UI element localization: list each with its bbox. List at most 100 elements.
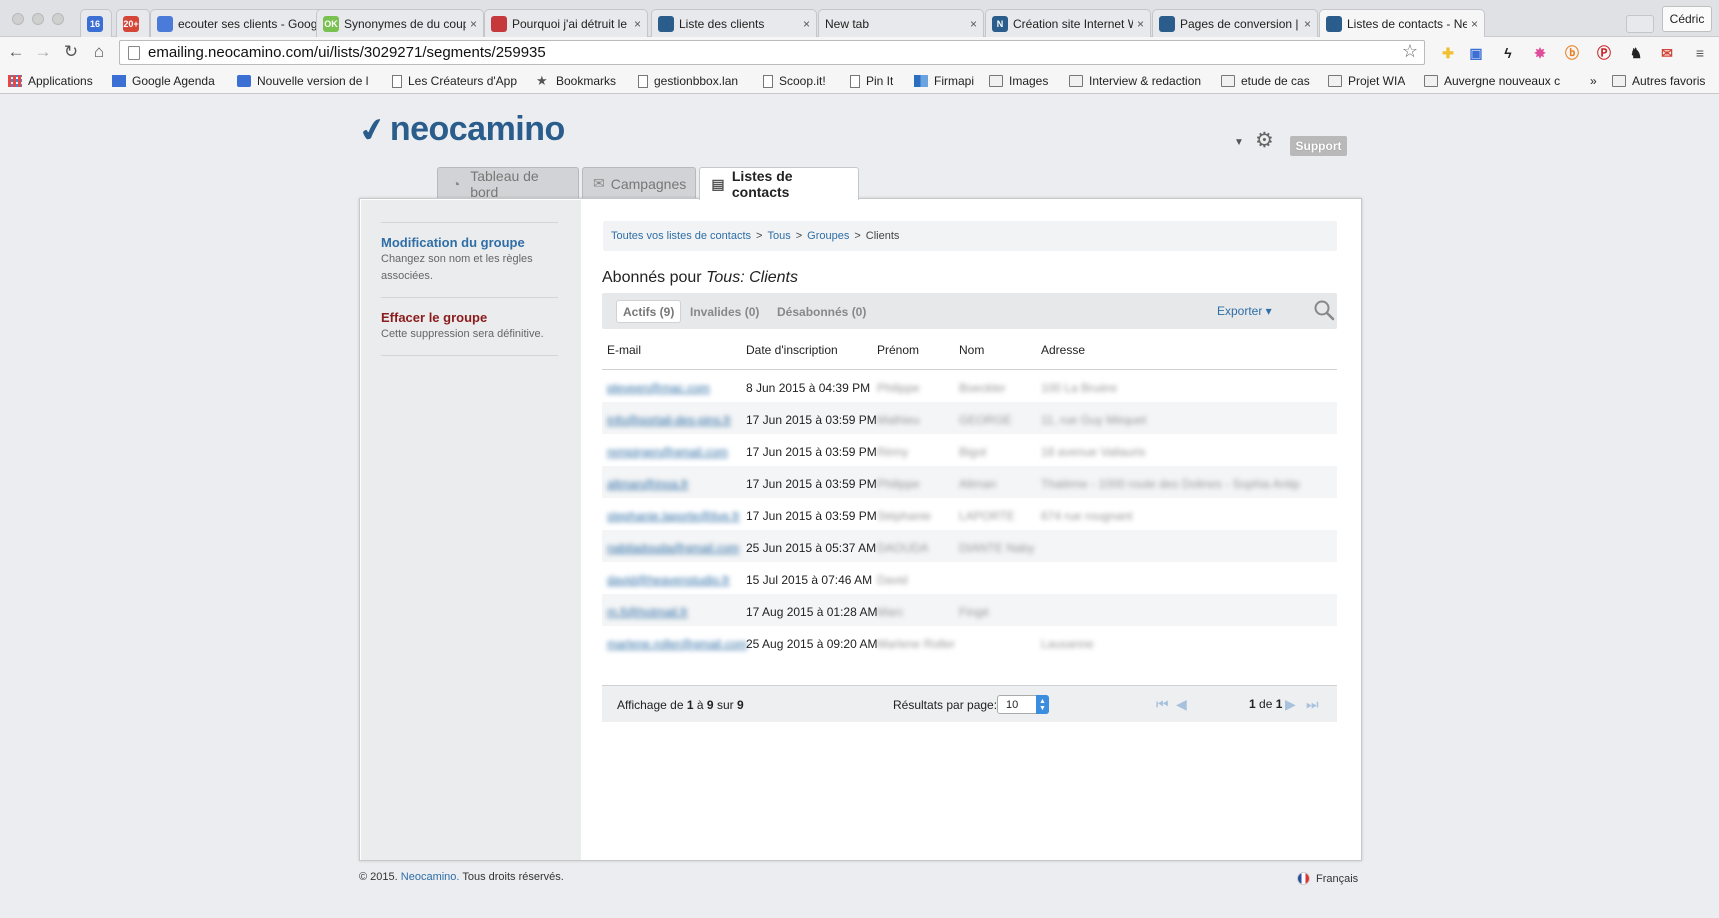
close-tab-icon[interactable]: × xyxy=(470,17,477,31)
tab-campaigns[interactable]: ✉ Campagnes xyxy=(582,167,696,199)
account-dropdown-icon[interactable]: ▼ xyxy=(1234,137,1244,148)
bookmark-item[interactable]: Auvergne nouveaux c xyxy=(1424,72,1572,90)
table-row[interactable]: m.fi@hotmail.fr 17 Aug 2015 à 01:28 AM Mar… xyxy=(602,594,1337,626)
table-row[interactable]: nabiladouda@gmail.com 25 Jun 2015 à 05:37… xyxy=(602,530,1337,562)
search-icon[interactable] xyxy=(1312,298,1336,322)
neocamino-logo[interactable]: ✔ neocamino xyxy=(356,109,566,150)
column-header-lastname[interactable]: Nom xyxy=(959,343,984,357)
tab-contact-lists[interactable]: ▤ Listes de contacts xyxy=(699,167,859,200)
column-header-firstname[interactable]: Prénom xyxy=(877,343,919,357)
address-bar[interactable]: emailing.neocamino.com/ui/lists/3029271/… xyxy=(119,40,1425,65)
cell-email[interactable]: pleveen@mac.com xyxy=(607,381,710,395)
menu-icon[interactable]: ≡ xyxy=(1690,43,1710,63)
browser-tab[interactable]: New tab × xyxy=(818,9,984,37)
extension-keep-icon[interactable]: ✚ xyxy=(1438,43,1458,63)
support-button[interactable]: Support xyxy=(1290,136,1347,156)
table-row[interactable]: marlene.roller@gmail.com 25 Aug 2015 à 09… xyxy=(602,626,1337,658)
next-page-icon[interactable]: ▶ xyxy=(1285,696,1296,713)
bookmark-item[interactable]: Interview & redaction xyxy=(1069,72,1201,90)
last-page-icon[interactable]: ⏭ xyxy=(1306,696,1319,713)
forward-button[interactable]: → xyxy=(33,42,53,62)
cell-email[interactable]: david@heavenstudio.fr xyxy=(607,573,730,587)
cell-email[interactable]: marlene.roller@gmail.com xyxy=(607,637,747,651)
extension-screen-icon[interactable]: ▣ xyxy=(1466,43,1486,63)
browser-tab[interactable]: OK Synonymes de du coup × xyxy=(316,9,484,37)
home-button[interactable]: ⌂ xyxy=(89,42,109,62)
per-page-select[interactable]: 10 ▲ ▼ xyxy=(997,695,1049,714)
bookmark-item[interactable]: Autres favoris xyxy=(1612,72,1705,90)
language-selector[interactable]: Français xyxy=(1297,872,1358,885)
close-tab-icon[interactable]: × xyxy=(1471,17,1478,31)
more-bookmarks-button[interactable]: » xyxy=(1590,72,1597,90)
new-tab-button[interactable] xyxy=(1626,15,1654,33)
browser-tab[interactable]: N Création site Internet Word × xyxy=(985,9,1151,37)
column-header-address[interactable]: Adresse xyxy=(1041,343,1085,357)
bookmark-item[interactable]: Pin It xyxy=(850,72,893,90)
bookmark-item[interactable]: Images xyxy=(989,72,1048,90)
browser-tab[interactable]: Listes de contacts - Neoc × xyxy=(1319,9,1485,37)
reload-button[interactable]: ↻ xyxy=(61,42,81,62)
edit-group-link[interactable]: Modification du groupe xyxy=(381,235,525,250)
browser-tab[interactable]: Pourquoi j'ai détruit le site × xyxy=(484,9,648,37)
window-close-button[interactable] xyxy=(12,13,24,25)
browser-tab[interactable]: Liste des clients × xyxy=(651,9,817,37)
bookmark-item[interactable]: Les Créateurs d'App xyxy=(392,72,522,90)
tab-dashboard[interactable]: ◔ Tableau de bord xyxy=(437,167,579,200)
cell-email[interactable]: info@portail-des-pins.fr xyxy=(607,413,731,427)
column-header-date[interactable]: Date d'inscription xyxy=(746,343,838,357)
table-row[interactable]: rempirgen@gmail.com 17 Jun 2015 à 03:59 P… xyxy=(602,434,1337,466)
extension-bolt-icon[interactable]: ϟ xyxy=(1498,43,1518,63)
bookmark-item[interactable]: Google Agenda xyxy=(112,72,215,90)
filter-unsubscribed-tab[interactable]: Désabonnés (0) xyxy=(771,300,872,323)
previous-page-icon[interactable]: ◀ xyxy=(1176,696,1187,713)
table-row[interactable]: info@portail-des-pins.fr 17 Jun 2015 à 03… xyxy=(602,402,1337,434)
first-page-icon[interactable]: ⏮ xyxy=(1156,696,1169,713)
close-tab-icon[interactable]: × xyxy=(634,17,641,31)
browser-tab[interactable]: 16 xyxy=(80,9,112,37)
breadcrumb-groups[interactable]: Groupes xyxy=(807,230,849,242)
bookmark-item[interactable]: Nouvelle version de l xyxy=(237,72,372,90)
gear-icon[interactable]: ⚙ xyxy=(1255,130,1274,151)
browser-tab[interactable]: Pages de conversion | Ne × xyxy=(1152,9,1318,37)
extension-b-icon[interactable]: ⓑ xyxy=(1562,43,1582,63)
table-row[interactable]: david@heavenstudio.fr 15 Jul 2015 à 07:46… xyxy=(602,562,1337,594)
gmail-checker-icon[interactable]: ✉ xyxy=(1657,43,1677,63)
cell-email[interactable]: nabiladouda@gmail.com xyxy=(607,541,739,555)
bookmark-item[interactable]: Applications xyxy=(8,72,93,90)
profile-button[interactable]: Cédric xyxy=(1662,6,1712,32)
delete-group-link[interactable]: Effacer le groupe xyxy=(381,310,487,325)
bookmark-item[interactable]: ★ Bookmarks xyxy=(536,72,616,90)
close-tab-icon[interactable]: × xyxy=(803,17,810,31)
filter-active-tab[interactable]: Actifs (9) xyxy=(616,300,682,323)
close-tab-icon[interactable]: × xyxy=(1137,17,1144,31)
browser-tab[interactable]: 20+ xyxy=(116,9,150,37)
table-row[interactable]: altman@inoa.fr 17 Jun 2015 à 03:59 PM Phil… xyxy=(602,466,1337,498)
window-zoom-button[interactable] xyxy=(52,13,64,25)
export-button[interactable]: Exporter ▾ xyxy=(1217,304,1272,318)
breadcrumb-all[interactable]: Tous xyxy=(767,230,790,242)
bookmark-item[interactable]: Scoop.it! xyxy=(763,72,826,90)
column-header-email[interactable]: E-mail xyxy=(607,343,641,357)
table-row[interactable]: pleveen@mac.com 8 Jun 2015 à 04:39 PM Phil… xyxy=(602,370,1337,402)
cell-email[interactable]: altman@inoa.fr xyxy=(607,477,689,491)
close-tab-icon[interactable]: × xyxy=(970,17,977,31)
brand-link[interactable]: Neocamino. xyxy=(401,871,460,883)
close-tab-icon[interactable]: × xyxy=(1304,17,1311,31)
bookmark-star-icon[interactable]: ☆ xyxy=(1402,41,1418,62)
cell-email[interactable]: rempirgen@gmail.com xyxy=(607,445,728,459)
extension-pinwheel-icon[interactable]: ✸ xyxy=(1530,43,1550,63)
window-minimize-button[interactable] xyxy=(32,13,44,25)
cell-email[interactable]: m.fi@hotmail.fr xyxy=(607,605,688,619)
extension-hat-icon[interactable]: ♞ xyxy=(1626,43,1646,63)
pinterest-icon[interactable]: Ⓟ xyxy=(1594,43,1614,63)
table-row[interactable]: stephanie.laporte@live.fr 17 Jun 2015 à 0… xyxy=(602,498,1337,530)
browser-tab[interactable]: ecouter ses clients - Goog× xyxy=(150,9,336,37)
bookmark-item[interactable]: Projet WIA xyxy=(1328,72,1405,90)
bookmark-item[interactable]: etude de cas xyxy=(1221,72,1310,90)
back-button[interactable]: ← xyxy=(6,42,26,62)
breadcrumb-all-lists[interactable]: Toutes vos listes de contacts xyxy=(611,230,751,242)
cell-email[interactable]: stephanie.laporte@live.fr xyxy=(607,509,740,523)
bookmark-item[interactable]: gestionbbox.lan xyxy=(638,72,738,90)
filter-invalid-tab[interactable]: Invalides (0) xyxy=(684,300,765,323)
bookmark-item[interactable]: Firmapi xyxy=(914,72,974,90)
